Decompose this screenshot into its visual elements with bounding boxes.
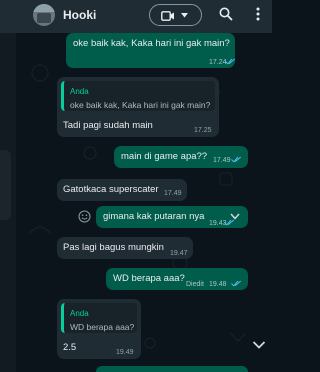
quoted-message[interactable]: Anda oke baik kak, Kaka hari ini gak mai… xyxy=(61,81,215,111)
left-panel-edge xyxy=(0,33,16,372)
video-call-icon xyxy=(161,11,174,21)
contact-avatar[interactable] xyxy=(33,4,55,26)
quote-text: WD berapa aaa? xyxy=(70,322,135,332)
message-text: oke baik kak, Kaka hari ini gak main? xyxy=(73,38,230,49)
chevron-down-icon xyxy=(181,13,188,18)
message-bubble[interactable]: WD berapa aaa? Diedit 19.48 xyxy=(106,268,248,290)
edited-label: Diedit xyxy=(186,281,204,288)
chevron-down-icon[interactable] xyxy=(230,213,240,220)
panel-handle[interactable] xyxy=(0,150,11,220)
quoted-message[interactable]: Anda WD berapa aaa? xyxy=(61,303,137,333)
read-ticks-icon xyxy=(224,219,235,226)
message-text: WD berapa aaa? xyxy=(113,273,185,284)
message-time: 19.49 xyxy=(116,349,134,356)
quote-text: oke baik kak, Kaka hari ini gak main? xyxy=(70,100,211,110)
message-text: 2.5 xyxy=(63,342,77,353)
message-bubble[interactable]: Anda oke baik kak, Kaka hari ini gak mai… xyxy=(57,77,219,137)
scroll-down-icon[interactable] xyxy=(252,340,266,350)
message-bubble[interactable]: Gatotkaca superscater 17.49 xyxy=(57,179,187,201)
message-time: 19.47 xyxy=(170,250,188,257)
chat-header: Hooki xyxy=(0,0,272,33)
message-time: 19.48 xyxy=(209,281,227,288)
quote-author: Anda xyxy=(70,87,89,96)
message-time: 17.49 xyxy=(164,190,182,197)
more-vertical-icon[interactable] xyxy=(256,7,260,21)
quote-author: Anda xyxy=(70,309,89,318)
read-ticks-icon xyxy=(225,58,236,65)
video-call-button[interactable] xyxy=(149,4,202,26)
message-text: Gatotkaca superscater xyxy=(63,184,159,195)
message-bubble[interactable] xyxy=(96,366,248,372)
message-time: 17.49 xyxy=(213,157,231,164)
message-time: 17.24 xyxy=(209,59,227,66)
search-icon[interactable] xyxy=(219,7,233,21)
emoji-reaction-icon[interactable] xyxy=(78,210,91,223)
message-bubble[interactable]: main di game apa?? 17.49 xyxy=(114,146,248,168)
message-bubble[interactable]: Anda WD berapa aaa? 2.5 19.49 xyxy=(57,299,141,359)
message-bubble[interactable]: gimana kak putaran nya 19.43 xyxy=(96,206,248,228)
message-bubble[interactable]: oke baik kak, Kaka hari ini gak main? 17… xyxy=(66,33,236,68)
message-text: main di game apa?? xyxy=(121,151,208,162)
message-text: Pas lagi bagus mungkin xyxy=(63,242,164,253)
read-ticks-icon xyxy=(231,156,242,163)
message-text: Tadi pagi sudah main xyxy=(63,120,153,131)
message-text: gimana kak putaran nya xyxy=(103,211,205,222)
message-time: 17.25 xyxy=(194,127,212,134)
message-bubble[interactable]: Pas lagi bagus mungkin 19.47 xyxy=(57,237,193,259)
read-ticks-icon xyxy=(231,280,242,287)
contact-name[interactable]: Hooki xyxy=(63,8,96,22)
